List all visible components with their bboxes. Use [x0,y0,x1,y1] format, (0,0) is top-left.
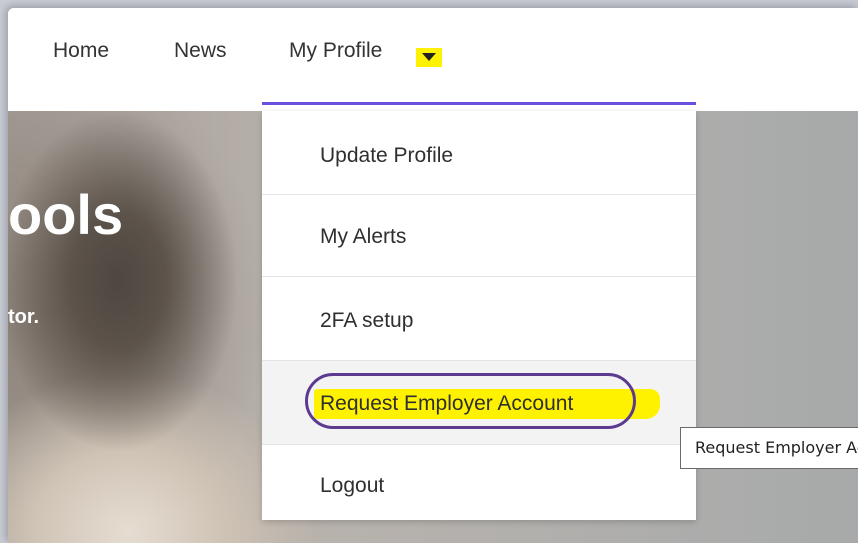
menu-item-request-employer-account[interactable]: Request Employer Account [262,361,696,445]
menu-item-label: Request Employer Account [320,392,574,415]
tooltip-text: Request Employer Account [695,438,858,457]
menu-item-update-profile[interactable]: Update Profile [262,111,696,195]
menu-item-2fa-setup[interactable]: 2FA setup [262,277,696,361]
active-nav-underline [262,102,696,105]
caret-down-icon[interactable] [416,48,442,67]
hero-subtitle: tor. [8,306,40,328]
menu-item-label: My Alerts [320,225,407,248]
nav-news-link[interactable]: News [174,38,227,64]
menu-item-label: Update Profile [320,144,454,167]
browser-viewport: ools tor. Home News My Profile Update Pr… [8,8,858,543]
nav-my-profile-link[interactable]: My Profile [289,38,382,64]
top-navigation: Home News My Profile [8,8,858,111]
menu-item-label: 2FA setup [320,309,414,332]
menu-item-logout[interactable]: Logout [262,445,696,520]
tooltip: Request Employer Account [680,427,858,469]
hero-title: ools [8,183,124,246]
menu-item-my-alerts[interactable]: My Alerts [262,195,696,277]
menu-item-label: Logout [320,474,385,497]
nav-home-link[interactable]: Home [53,38,109,64]
my-profile-dropdown-menu: Update Profile My Alerts 2FA setup Reque… [262,111,696,520]
